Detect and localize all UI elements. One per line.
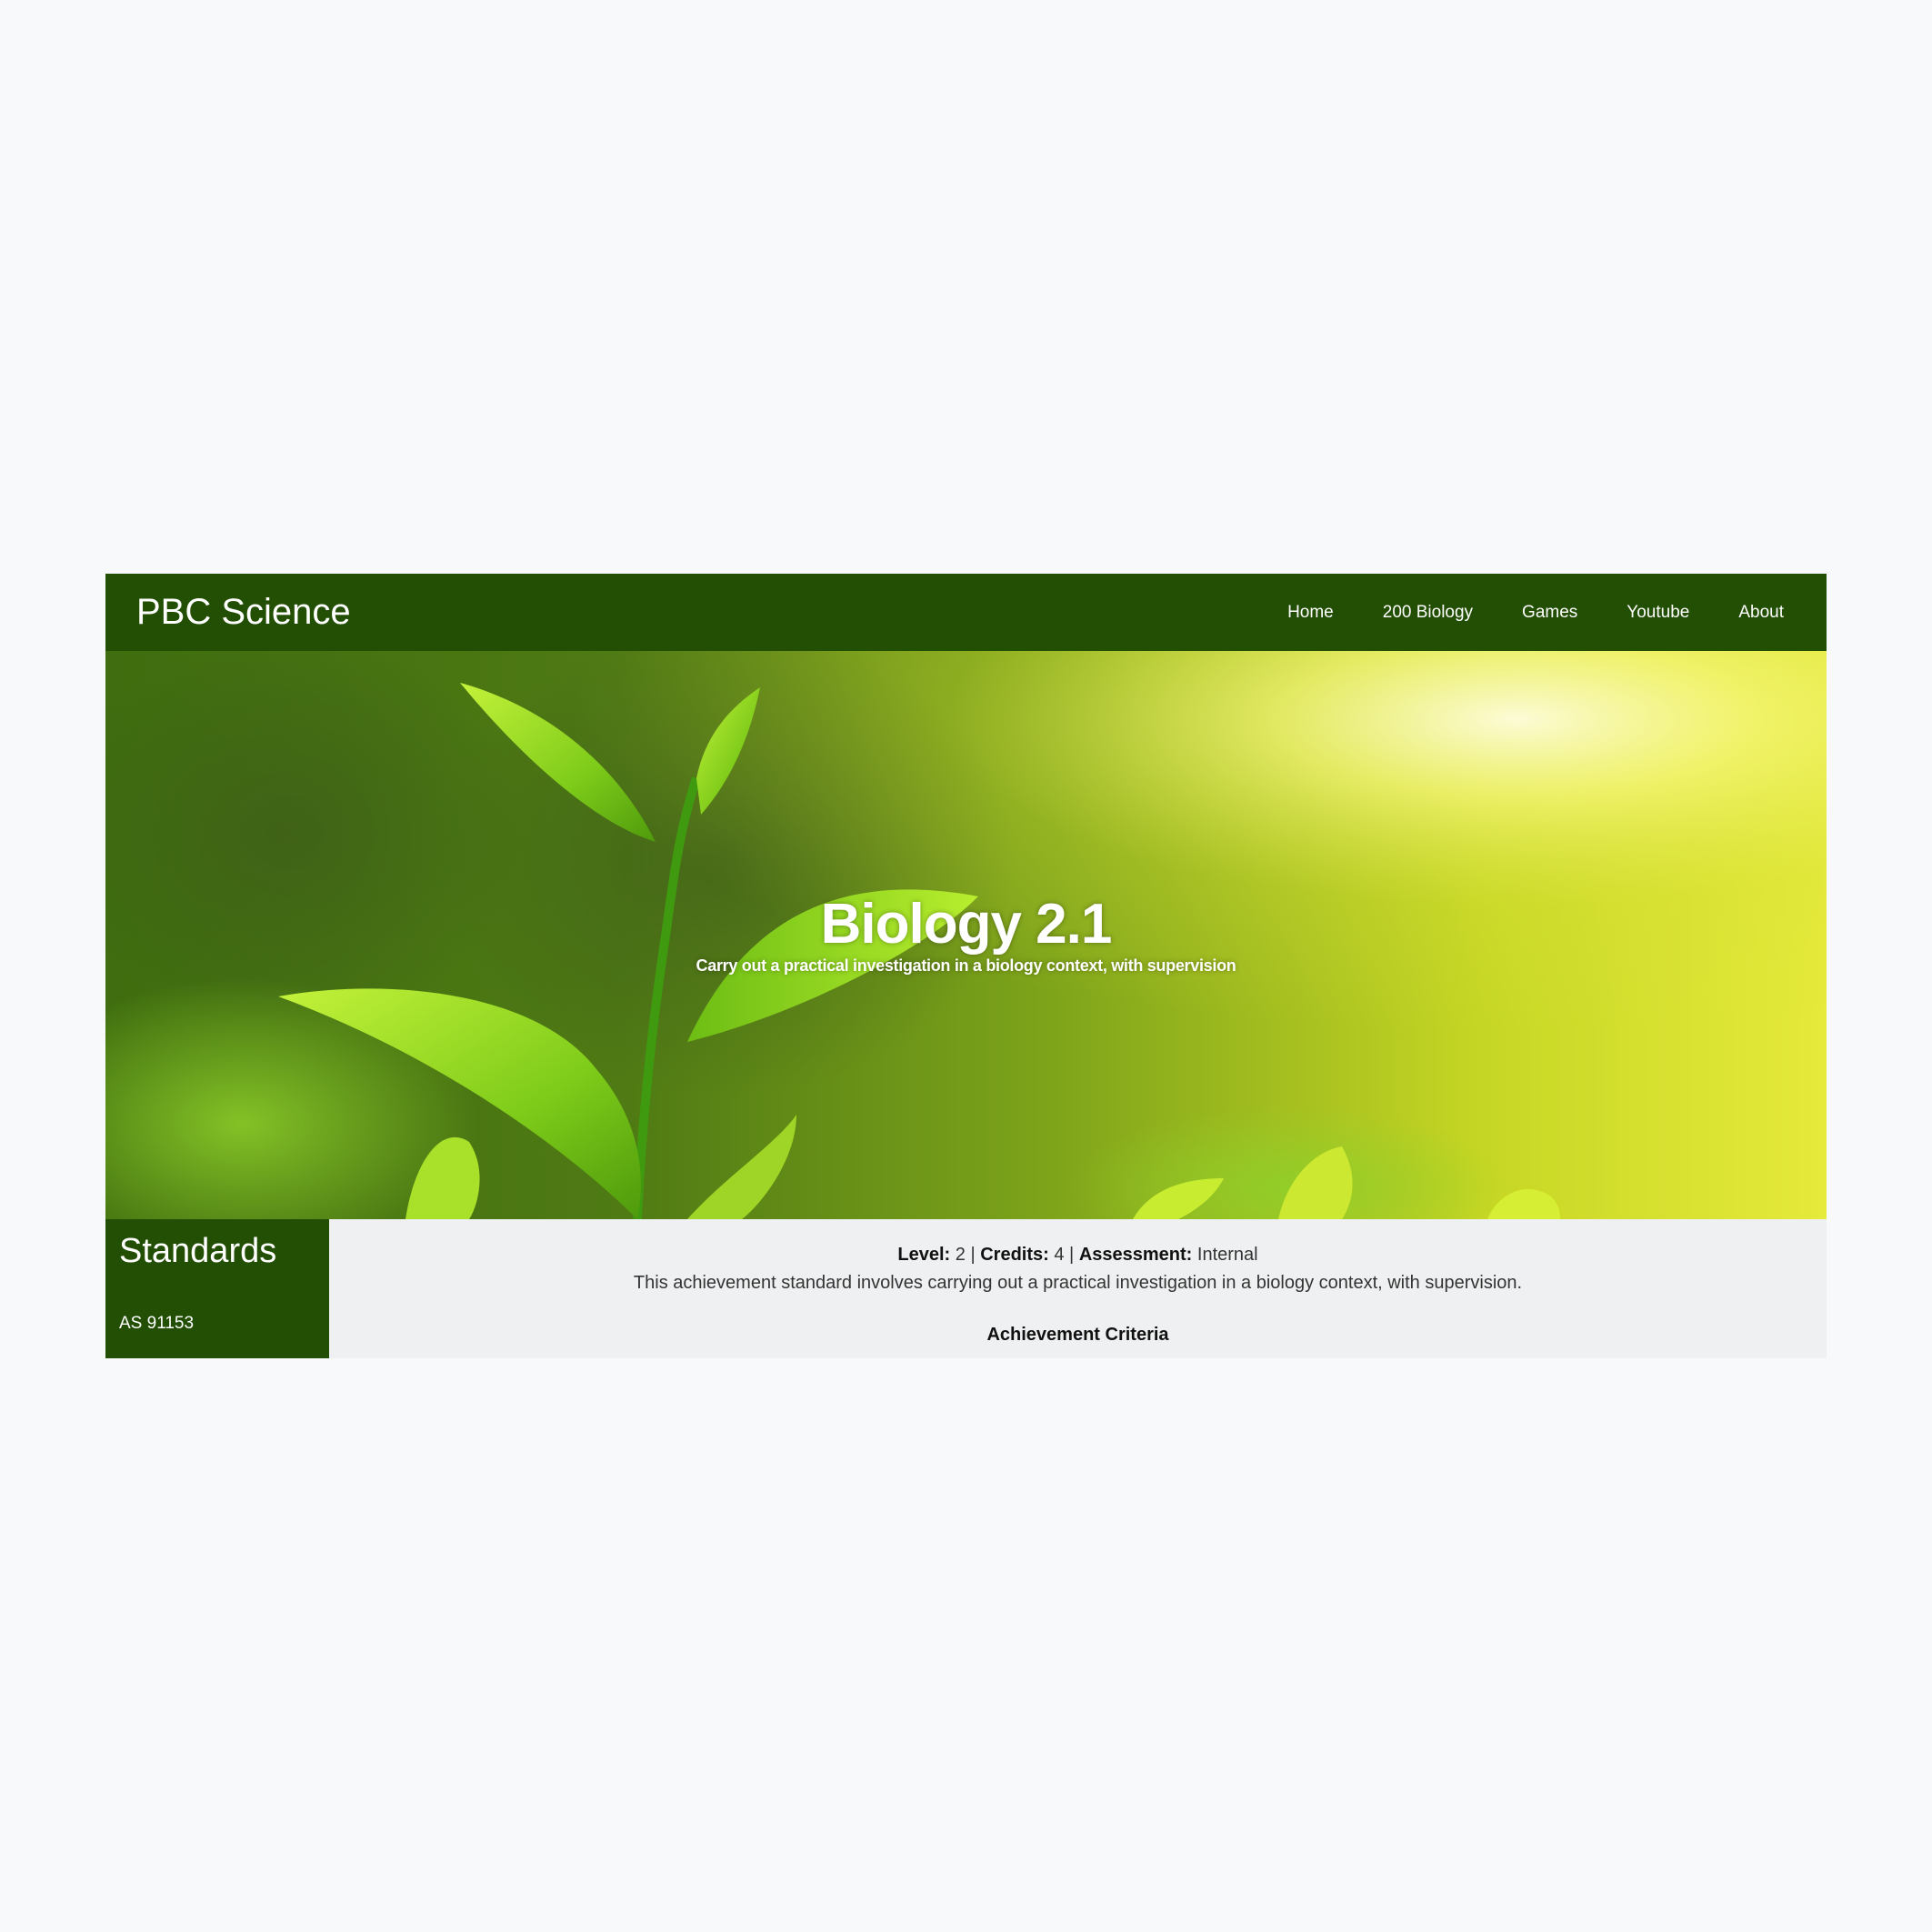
hero-text-block: Biology 2.1 Carry out a practical invest…: [105, 651, 1827, 1219]
level-value: 2: [955, 1245, 966, 1265]
nav-item-youtube: Youtube: [1602, 594, 1714, 632]
standard-description: This achievement standard involves carry…: [633, 1273, 1523, 1293]
nav-item-about: About: [1714, 594, 1808, 632]
nav-link-home[interactable]: Home: [1263, 594, 1358, 632]
meta-separator: |: [1069, 1245, 1075, 1265]
achievement-criteria-heading: Achievement Criteria: [986, 1325, 1169, 1345]
standard-details: Level: 2 | Credits: 4 | Assessment: Inte…: [329, 1219, 1827, 1358]
nav-item-200-biology: 200 Biology: [1358, 594, 1497, 632]
assessment-label: Assessment:: [1078, 1245, 1193, 1265]
credits-value: 4: [1054, 1245, 1065, 1265]
hero-banner: Biology 2.1 Carry out a practical invest…: [105, 651, 1827, 1219]
credits-label: Credits:: [980, 1245, 1049, 1265]
nav-link-about[interactable]: About: [1714, 594, 1808, 632]
assessment-value: Internal: [1196, 1245, 1258, 1265]
page-frame: PBC Science Home 200 Biology Games Youtu…: [105, 574, 1827, 1358]
level-label: Level:: [897, 1245, 951, 1265]
meta-separator: |: [970, 1245, 976, 1265]
nav-menu: Home 200 Biology Games Youtube About: [1263, 574, 1827, 651]
nav-item-games: Games: [1497, 594, 1602, 632]
nav-item-home: Home: [1263, 594, 1358, 632]
sidebar-title: Standards: [119, 1232, 277, 1270]
standards-sidebar: Standards AS 91153: [105, 1219, 329, 1358]
nav-link-games[interactable]: Games: [1497, 594, 1602, 632]
brand-logo-text[interactable]: PBC Science: [136, 574, 351, 651]
nav-link-200-biology[interactable]: 200 Biology: [1358, 594, 1497, 632]
hero-title: Biology 2.1: [820, 893, 1113, 956]
navbar: PBC Science Home 200 Biology Games Youtu…: [105, 574, 1827, 651]
standard-meta-line: Level: 2 | Credits: 4 | Assessment: Inte…: [329, 1245, 1827, 1266]
nav-link-youtube[interactable]: Youtube: [1602, 594, 1714, 632]
hero-subtitle: Carry out a practical investigation in a…: [696, 956, 1236, 975]
sidebar-link-as-91153[interactable]: AS 91153: [119, 1314, 194, 1334]
